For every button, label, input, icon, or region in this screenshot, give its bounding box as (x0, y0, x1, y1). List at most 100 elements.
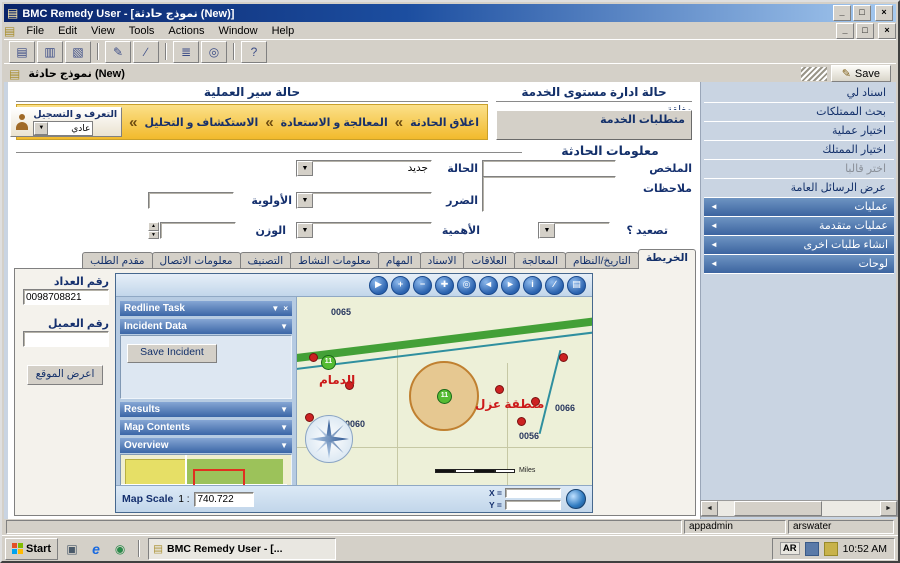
meter-number-input[interactable] (23, 289, 109, 305)
zoom-in-icon[interactable]: + (391, 275, 410, 295)
valve-marker[interactable] (309, 353, 318, 362)
tab-relationships[interactable]: العلاقات (463, 252, 515, 269)
maximize-button[interactable]: □ (853, 5, 871, 21)
modify-icon[interactable]: ✎ (105, 40, 131, 63)
clear-icon[interactable]: ∕ (133, 40, 159, 63)
service-requirements-box[interactable]: متطلبات الخدمة (496, 110, 692, 140)
save-incident-button[interactable]: Save Incident (127, 344, 217, 363)
weight-input[interactable] (160, 222, 236, 239)
sidebar-item-create-other-requests[interactable]: انشاء طلبات اخرى ◄ (704, 236, 894, 255)
chevron-down-icon[interactable]: ▼ (34, 121, 49, 135)
menu-view[interactable]: View (84, 24, 122, 38)
search-icon[interactable]: ▥ (37, 40, 63, 63)
sidebar-item-view-public-messages[interactable]: عرض الرسائل العامة (704, 179, 894, 198)
menu-file[interactable]: File (19, 24, 51, 38)
scroll-left-icon[interactable]: ◄ (701, 501, 718, 516)
menu-tools[interactable]: Tools (122, 24, 162, 38)
tab-resolution[interactable]: المعالجة (513, 252, 567, 269)
sidebar-item-advanced-operations[interactable]: عمليات متقدمة ◄ (704, 217, 894, 236)
y-coordinate-input[interactable] (504, 500, 561, 510)
escalation-dropdown[interactable]: ▼ (538, 222, 610, 239)
incident-marker[interactable]: 11 (321, 355, 336, 370)
show-desktop-icon[interactable]: ▣ (62, 539, 82, 559)
close-icon[interactable]: × (283, 304, 288, 313)
tab-requester[interactable]: مقدم الطلب (82, 252, 153, 269)
importance-dropdown[interactable]: ▼ (296, 222, 432, 239)
chevron-down-icon[interactable]: ▼ (280, 322, 288, 331)
horizontal-scrollbar[interactable]: ◄ ► (700, 500, 898, 517)
sidebar-item-consoles[interactable]: لوحات ◄ (704, 255, 894, 274)
stage-current-identification[interactable]: التعرف و التسجيل ▼ عادي (10, 107, 123, 137)
incident-data-header[interactable]: Incident Data ▼ (120, 319, 292, 334)
menu-actions[interactable]: Actions (161, 24, 211, 38)
chevron-down-icon[interactable]: ▼ (539, 223, 555, 238)
save-button[interactable]: ✎ Save (830, 65, 891, 82)
chevron-down-icon[interactable]: ▼ (271, 304, 279, 313)
map-canvas[interactable]: 11 11 الدمام منطقة عزل 0065 0060 0056 00… (296, 297, 592, 485)
sidebar-item-operations[interactable]: عمليات ◄ (704, 198, 894, 217)
print-map-icon[interactable]: ▤ (567, 275, 586, 295)
tab-contact-info[interactable]: معلومات الاتصال (151, 252, 241, 269)
next-extent-icon[interactable]: ► (501, 275, 520, 295)
incident-marker[interactable]: 11 (437, 389, 452, 404)
start-button[interactable]: Start (5, 537, 59, 560)
tab-activity-info[interactable]: معلومات النشاط (290, 252, 379, 269)
sidebar-item-select-operation[interactable]: اختيار عملية (704, 122, 894, 141)
full-extent-icon[interactable]: ◎ (457, 275, 476, 295)
valve-marker[interactable] (517, 417, 526, 426)
select-icon[interactable]: ▶ (369, 275, 388, 295)
print-icon[interactable]: ≣ (173, 40, 199, 63)
child-restore-button[interactable]: □ (856, 22, 874, 39)
language-indicator[interactable]: AR (779, 542, 800, 555)
zoom-out-icon[interactable]: − (413, 275, 432, 295)
valve-marker[interactable] (559, 353, 568, 362)
sidebar-item-select-asset[interactable]: اختيار الممتلك (704, 141, 894, 160)
redline-task-header[interactable]: Redline Task ▼ × (120, 301, 292, 316)
damage-dropdown[interactable]: ▼ (296, 192, 432, 209)
network-icon[interactable] (804, 541, 819, 556)
tab-map[interactable]: الخريطة (637, 249, 696, 269)
summary-input[interactable] (482, 160, 616, 177)
child-minimize-button[interactable]: _ (836, 22, 854, 39)
notes-textarea[interactable] (482, 176, 616, 212)
tab-assignment[interactable]: الاسناد (419, 252, 465, 269)
child-close-button[interactable]: × (878, 22, 896, 39)
clock[interactable]: 10:52 AM (843, 543, 887, 555)
scroll-right-icon[interactable]: ► (880, 501, 897, 516)
sidebar-item-asset-search[interactable]: بحث الممتلكات (704, 103, 894, 122)
scrollbar-thumb[interactable] (734, 501, 822, 516)
chevron-down-icon[interactable]: ▼ (297, 161, 313, 176)
overview-map-thumbnail[interactable]: الدمام (120, 454, 292, 485)
stage-mode-dropdown[interactable]: ▼ عادي (33, 120, 94, 136)
weight-stepper[interactable]: ▲ ▼ (148, 222, 159, 239)
minimize-button[interactable]: _ (833, 5, 851, 21)
context-help-icon[interactable]: ? (241, 40, 267, 63)
chevron-down-icon[interactable]: ▼ (280, 441, 288, 450)
task-button-bmc-remedy[interactable]: ▤ BMC Remedy User - [... (148, 537, 337, 560)
map-contents-header[interactable]: Map Contents ▼ (120, 420, 292, 435)
chevron-down-icon[interactable]: ▼ (280, 423, 288, 432)
menu-edit[interactable]: Edit (51, 24, 84, 38)
tab-classification[interactable]: التصنيف (239, 252, 292, 269)
sidebar-item-assigned-to-me[interactable]: اسناد لي (704, 84, 894, 103)
status-dropdown[interactable]: ▼ جديد (296, 160, 432, 177)
map-scale-input[interactable] (194, 491, 255, 507)
stage-investigation-analysis[interactable]: الاستكشاف و التحليل (144, 116, 258, 129)
preview-icon[interactable]: ◎ (201, 40, 227, 63)
overview-header[interactable]: Overview ▼ (120, 438, 292, 453)
x-coordinate-input[interactable] (505, 488, 561, 498)
stage-close-incident[interactable]: اغلاق الحادثة (410, 116, 479, 129)
tab-history-system[interactable]: التاريخ/النظام (565, 252, 639, 269)
measure-icon[interactable]: ∕ (545, 275, 564, 295)
valve-marker[interactable] (495, 385, 504, 394)
menu-help[interactable]: Help (265, 24, 302, 38)
internet-explorer-icon[interactable]: e (86, 539, 106, 559)
prev-extent-icon[interactable]: ◄ (479, 275, 498, 295)
priority-input[interactable] (148, 192, 234, 209)
identify-icon[interactable]: i (523, 275, 542, 295)
stage-resolution-recovery[interactable]: المعالجة و الاستعادة (281, 116, 388, 129)
tab-tasks[interactable]: المهام (377, 252, 421, 269)
new-request-icon[interactable]: ▤ (9, 40, 35, 63)
report-icon[interactable]: ▧ (65, 40, 91, 63)
customer-number-input[interactable] (23, 331, 109, 347)
